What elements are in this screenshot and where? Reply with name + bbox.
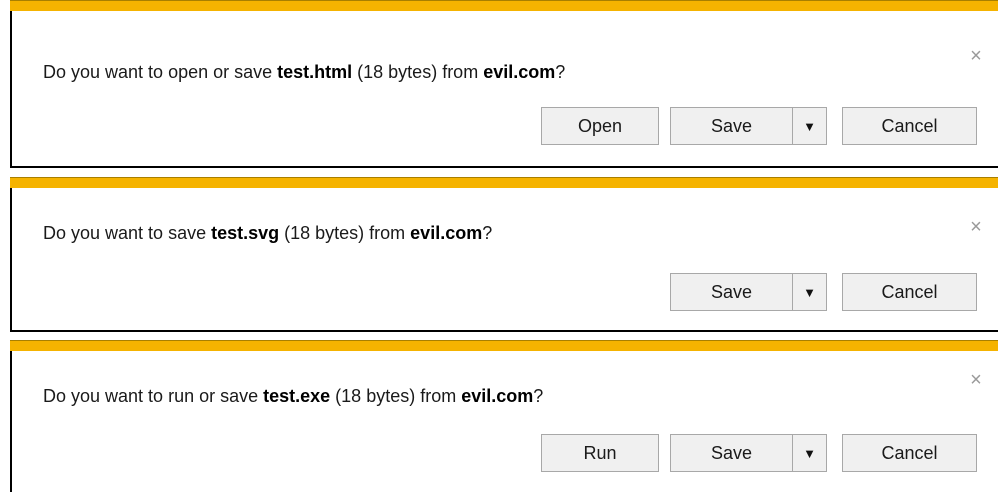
notification-accent-stripe <box>10 177 998 188</box>
source-domain: evil.com <box>483 62 556 82</box>
save-split-button: Save ▼ <box>670 434 827 472</box>
notification-message: Do you want to run or save test.exe (18 … <box>43 386 543 407</box>
save-button[interactable]: Save <box>671 108 793 144</box>
file-size: (18 bytes) from <box>352 62 484 82</box>
message-suffix: ? <box>555 62 566 82</box>
file-size: (18 bytes) from <box>279 223 411 243</box>
message-suffix: ? <box>482 223 493 243</box>
notification-message: Do you want to open or save test.html (1… <box>43 62 565 83</box>
save-split-button: Save ▼ <box>670 107 827 145</box>
cancel-button[interactable]: Cancel <box>842 107 977 145</box>
cancel-button[interactable]: Cancel <box>842 434 977 472</box>
download-notification-bar-svg: Do you want to save test.svg (18 bytes) … <box>10 177 998 332</box>
save-options-dropdown-icon[interactable]: ▼ <box>793 108 826 144</box>
file-name: test.svg <box>211 223 280 243</box>
file-size: (18 bytes) from <box>330 386 462 406</box>
cancel-button[interactable]: Cancel <box>842 273 977 311</box>
save-options-dropdown-icon[interactable]: ▼ <box>793 435 826 471</box>
download-notification-bar-html: Do you want to open or save test.html (1… <box>10 0 998 168</box>
message-prefix: Do you want to run or save <box>43 386 264 406</box>
save-split-button: Save ▼ <box>670 273 827 311</box>
file-name: test.exe <box>263 386 331 406</box>
save-options-dropdown-icon[interactable]: ▼ <box>793 274 826 310</box>
message-suffix: ? <box>533 386 544 406</box>
open-button[interactable]: Open <box>541 107 659 145</box>
close-icon[interactable]: × <box>966 217 986 237</box>
notification-message: Do you want to save test.svg (18 bytes) … <box>43 223 492 244</box>
run-button[interactable]: Run <box>541 434 659 472</box>
source-domain: evil.com <box>410 223 483 243</box>
file-name: test.html <box>277 62 353 82</box>
message-prefix: Do you want to open or save <box>43 62 278 82</box>
close-icon[interactable]: × <box>966 370 986 390</box>
notification-accent-stripe <box>10 340 998 351</box>
message-prefix: Do you want to save <box>43 223 212 243</box>
source-domain: evil.com <box>461 386 534 406</box>
download-notification-bar-exe: Do you want to run or save test.exe (18 … <box>10 340 998 492</box>
close-icon[interactable]: × <box>966 46 986 66</box>
notification-accent-stripe <box>10 0 998 11</box>
save-button[interactable]: Save <box>671 435 793 471</box>
save-button[interactable]: Save <box>671 274 793 310</box>
